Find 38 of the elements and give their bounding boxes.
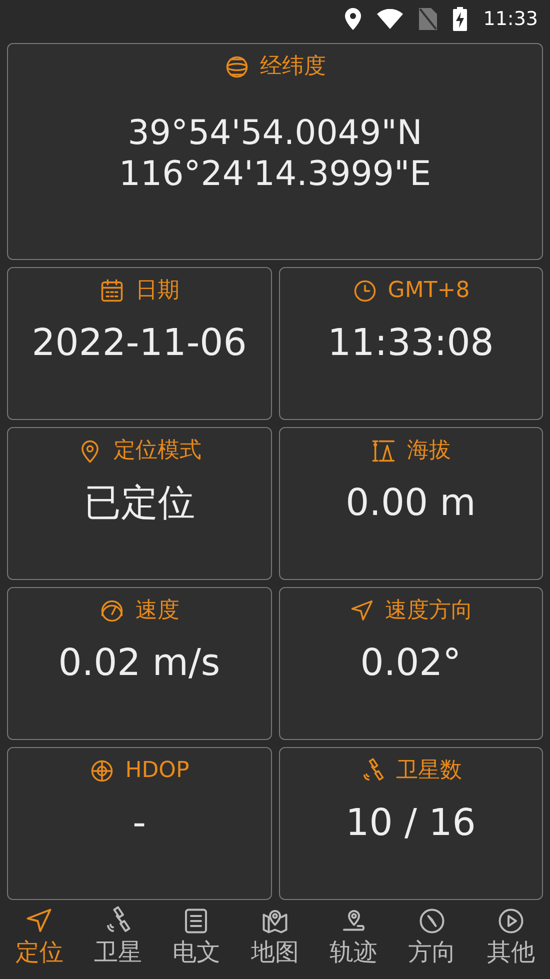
card-value: 0.02 m/s <box>58 643 220 684</box>
altitude-icon <box>370 438 397 464</box>
location-icon <box>345 8 362 30</box>
battery-charging-icon <box>453 7 468 31</box>
card-title: 卫星数 <box>396 757 462 785</box>
card-title: HDOP <box>125 757 190 785</box>
card-title: 经纬度 <box>260 53 326 81</box>
latitude-value: 39°54'54.0049"N <box>126 113 424 154</box>
card-title: 定位模式 <box>113 437 202 465</box>
card-value: - <box>132 803 146 844</box>
card-value: 0.02° <box>360 643 462 684</box>
nav-tab[interactable]: 地图 <box>236 900 314 979</box>
longitude-value: 116°24'14.3999"E <box>118 154 432 195</box>
card-value: 0.00 m <box>346 483 476 524</box>
card-title: 速度 <box>135 597 180 625</box>
card-title: 海拔 <box>406 437 451 465</box>
speedometer-icon <box>99 598 126 624</box>
card-value: 已定位 <box>84 483 195 524</box>
clock-icon <box>352 278 378 304</box>
nav-tab[interactable]: 定位 <box>0 900 79 979</box>
card-title: GMT+8 <box>388 277 470 305</box>
navigation-arrow-icon <box>348 598 375 624</box>
globe-icon <box>224 54 250 80</box>
nav-tab[interactable]: 其他 <box>471 900 550 979</box>
calendar-icon <box>99 278 126 304</box>
card-value: 10 / 16 <box>346 803 476 844</box>
card-title: 日期 <box>135 277 180 305</box>
card-value: 11:33:08 <box>328 323 494 364</box>
nav-tab[interactable]: 卫星 <box>78 900 158 979</box>
nav-tab[interactable]: 轨迹 <box>314 900 393 979</box>
nav-tab[interactable]: 电文 <box>157 900 236 979</box>
nav-tab[interactable]: 方向 <box>392 900 472 979</box>
status-time: 11:33 <box>483 6 538 32</box>
card-value: 2022-11-06 <box>32 323 247 364</box>
no-sim-icon <box>419 8 438 30</box>
crosshair-icon <box>89 758 116 784</box>
wifi-icon <box>377 9 404 29</box>
card-title: 速度方向 <box>384 597 473 625</box>
